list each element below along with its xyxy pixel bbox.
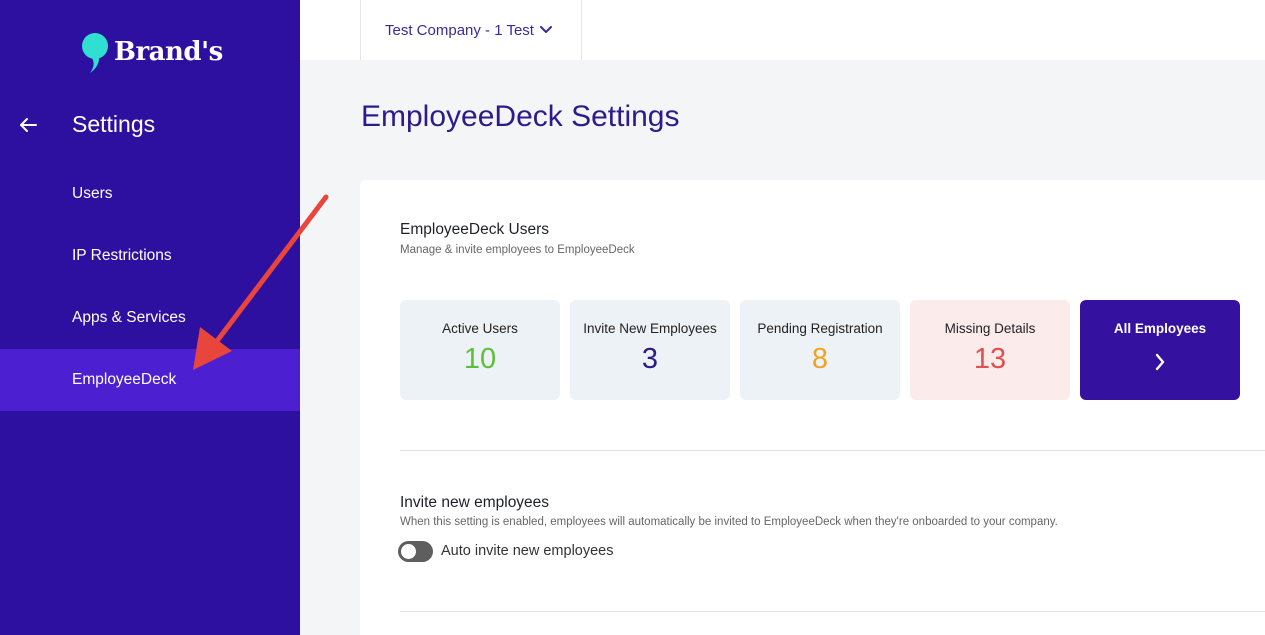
- stat-missing-details[interactable]: Missing Details 13: [910, 300, 1070, 400]
- auto-invite-toggle[interactable]: [398, 541, 433, 562]
- settings-card: EmployeeDeck Users Manage & invite emplo…: [360, 180, 1265, 635]
- sidebar-item-ip-restrictions[interactable]: IP Restrictions: [0, 225, 300, 287]
- invite-section-subtitle: When this setting is enabled, employees …: [400, 516, 1058, 528]
- users-section-subtitle: Manage & invite employees to EmployeeDec…: [400, 244, 635, 256]
- logo-text: Brand's: [114, 37, 223, 67]
- chevron-down-icon: [539, 26, 552, 33]
- stat-label: Missing Details: [944, 321, 1036, 336]
- chevron-right-icon: [1155, 353, 1165, 371]
- sidebar-item-label: Apps & Services: [72, 309, 186, 326]
- settings-title: Settings: [72, 111, 156, 137]
- stat-value: 8: [811, 343, 829, 375]
- sidebar-item-employeedeck[interactable]: EmployeeDeck: [0, 349, 300, 411]
- sidebar: Brand's Settings Users IP Restrictions A…: [0, 0, 300, 635]
- users-section-title: EmployeeDeck Users: [400, 221, 550, 238]
- sidebar-item-label: IP Restrictions: [72, 247, 172, 264]
- company-name: Test Company - 1 Test: [385, 21, 534, 39]
- brand-logo[interactable]: Brand's: [80, 32, 223, 73]
- auto-invite-label: Auto invite new employees: [441, 543, 614, 559]
- sidebar-item-label: Users: [72, 185, 113, 202]
- company-selector[interactable]: Test Company - 1 Test: [360, 0, 582, 60]
- stat-label: Invite New Employees: [583, 321, 717, 336]
- stat-invite-new-employees[interactable]: Invite New Employees 3: [570, 300, 730, 400]
- all-employees-button[interactable]: All Employees: [1080, 300, 1240, 400]
- back-arrow-icon[interactable]: [16, 113, 40, 137]
- top-bar: Test Company - 1 Test: [300, 0, 1265, 60]
- page-title: EmployeeDeck Settings: [361, 100, 680, 133]
- logo-icon: [80, 32, 110, 73]
- sidebar-item-apps-services[interactable]: Apps & Services: [0, 287, 300, 349]
- stat-value: 3: [641, 343, 659, 375]
- stat-label: Active Users: [442, 321, 518, 336]
- section-divider: [400, 450, 1265, 451]
- invite-section-title: Invite new employees: [400, 494, 550, 511]
- stat-pending-registration[interactable]: Pending Registration 8: [740, 300, 900, 400]
- sidebar-item-users[interactable]: Users: [0, 163, 300, 225]
- stat-value: 13: [973, 343, 1007, 375]
- stat-label: Pending Registration: [757, 321, 883, 336]
- toggle-knob: [401, 544, 416, 559]
- all-employees-label: All Employees: [1113, 321, 1207, 336]
- sidebar-item-label: EmployeeDeck: [72, 371, 177, 388]
- stat-active-users[interactable]: Active Users 10: [400, 300, 560, 400]
- stat-value: 10: [463, 343, 497, 375]
- section-divider: [400, 611, 1265, 612]
